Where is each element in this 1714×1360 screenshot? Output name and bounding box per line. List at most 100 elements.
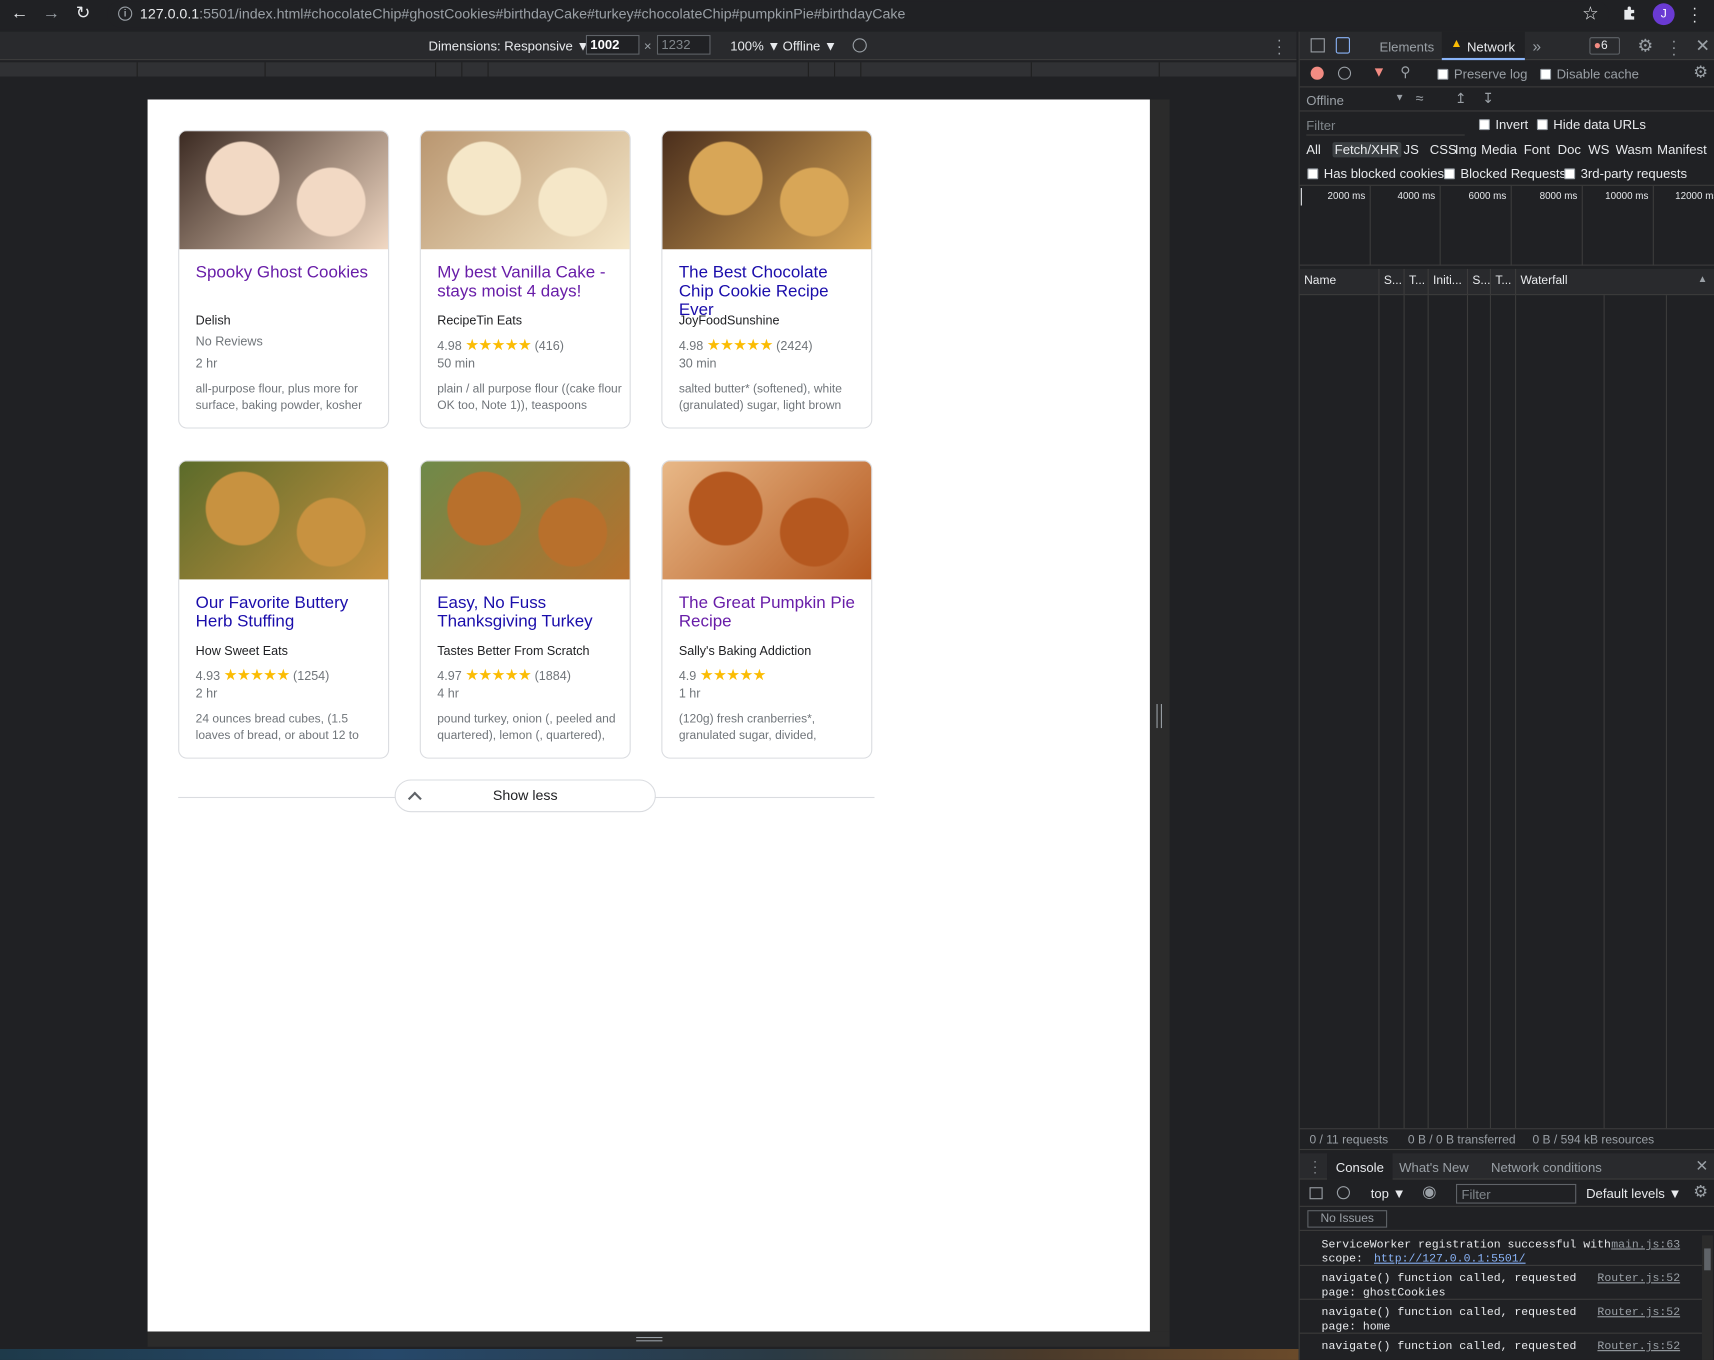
column-header[interactable]: T... bbox=[1491, 268, 1517, 295]
back-arrow-icon[interactable]: ← bbox=[9, 3, 31, 25]
recipe-image[interactable] bbox=[662, 131, 872, 250]
type-filter-img[interactable]: Img bbox=[1455, 142, 1477, 157]
network-settings-icon[interactable]: ⚙ bbox=[1693, 62, 1708, 82]
console-scrollbar[interactable] bbox=[1701, 1235, 1713, 1360]
column-header[interactable]: S... bbox=[1379, 268, 1405, 295]
viewport-resize-gutter[interactable] bbox=[1149, 99, 1170, 1332]
settings-gear-icon[interactable]: ⚙ bbox=[1637, 35, 1653, 57]
recipe-title[interactable]: Spooky Ghost Cookies bbox=[196, 263, 382, 282]
third-party-checkbox[interactable]: 3rd-party requests bbox=[1564, 166, 1687, 181]
network-overview-timeline[interactable]: 2000 ms 4000 ms 6000 ms 8000 ms 10000 ms 1200… bbox=[1299, 185, 1714, 266]
recipe-card[interactable]: The Best Chocolate Chip Cookie Recipe Ev… bbox=[661, 130, 873, 429]
column-header[interactable]: Name bbox=[1300, 268, 1380, 295]
menu-kebab-icon[interactable]: · · · bbox=[1692, 0, 1697, 28]
type-filter-manifest[interactable]: Manifest bbox=[1657, 142, 1707, 157]
recipe-card[interactable]: My best Vanilla Cake - stays moist 4 day… bbox=[419, 130, 631, 429]
column-header[interactable]: Waterfall bbox=[1516, 269, 1714, 294]
type-filter-all[interactable]: All bbox=[1306, 142, 1321, 157]
recipe-image[interactable] bbox=[179, 461, 389, 580]
hide-data-urls-checkbox[interactable]: Hide data URLs bbox=[1536, 117, 1646, 132]
preserve-log-checkbox[interactable]: Preserve log bbox=[1437, 67, 1527, 82]
type-filter-fetchxhr[interactable]: Fetch/XHR bbox=[1332, 142, 1402, 158]
tab-console[interactable]: Console bbox=[1327, 1153, 1393, 1180]
type-filter-doc[interactable]: Doc bbox=[1558, 142, 1581, 157]
throttle-select[interactable]: Offline ▼ bbox=[783, 38, 837, 53]
more-tabs-icon[interactable]: » bbox=[1533, 37, 1542, 54]
height-input[interactable]: 1232 bbox=[656, 34, 711, 55]
bottom-resize-handle-icon[interactable] bbox=[636, 1336, 663, 1342]
context-selector[interactable]: top ▼ bbox=[1371, 1186, 1406, 1201]
console-filter-input[interactable]: Filter bbox=[1456, 1183, 1577, 1204]
disable-cache-checkbox[interactable]: Disable cache bbox=[1540, 67, 1639, 82]
clear-console-icon[interactable] bbox=[1336, 1186, 1350, 1200]
rotate-icon[interactable] bbox=[852, 38, 867, 53]
recipe-image[interactable] bbox=[420, 461, 630, 580]
type-filter-wasm[interactable]: Wasm bbox=[1616, 142, 1653, 157]
recipe-card[interactable]: Spooky Ghost Cookies Delish No Reviews 2 h… bbox=[178, 130, 390, 429]
width-input[interactable]: 1002 bbox=[585, 34, 640, 55]
recipe-card[interactable]: The Great Pumpkin Pie Recipe Sally's Baki… bbox=[661, 460, 873, 759]
column-header[interactable]: S... bbox=[1468, 268, 1491, 295]
console-url-link[interactable]: http://127.0.0.1:5501/ bbox=[1374, 1253, 1714, 1267]
search-icon[interactable]: ⚲ bbox=[1400, 63, 1410, 80]
type-filter-js[interactable]: JS bbox=[1404, 142, 1419, 157]
show-less-button[interactable]: Show less bbox=[394, 779, 656, 813]
console-source-link[interactable]: Router.js:52 bbox=[1593, 1340, 1680, 1354]
extensions-puzzle-icon[interactable] bbox=[1622, 5, 1637, 20]
close-devtools-icon[interactable]: ✕ bbox=[1695, 35, 1710, 57]
log-levels-select[interactable]: Default levels ▼ bbox=[1586, 1186, 1681, 1201]
clear-icon[interactable] bbox=[1337, 66, 1352, 80]
device-toggle-icon[interactable] bbox=[1335, 37, 1350, 54]
forward-arrow-icon[interactable]: → bbox=[40, 3, 62, 25]
recipe-title[interactable]: My best Vanilla Cake - stays moist 4 day… bbox=[437, 263, 623, 300]
reload-icon[interactable]: ↻ bbox=[72, 3, 94, 25]
tab-network[interactable]: ▲ Network bbox=[1441, 31, 1525, 61]
type-filter-font[interactable]: Font bbox=[1524, 142, 1550, 157]
console-source-link[interactable]: Router.js:52 bbox=[1593, 1306, 1680, 1320]
has-blocked-cookies-checkbox[interactable]: Has blocked cookies bbox=[1307, 166, 1444, 181]
sort-arrow-icon[interactable]: ▲ bbox=[1698, 273, 1708, 284]
wifi-settings-icon[interactable]: ≈ bbox=[1416, 90, 1424, 106]
type-filter-css[interactable]: CSS bbox=[1430, 142, 1457, 157]
tab-elements[interactable]: Elements bbox=[1379, 39, 1434, 54]
close-drawer-icon[interactable]: ✕ bbox=[1695, 1157, 1708, 1176]
tab-network-conditions[interactable]: Network conditions bbox=[1491, 1160, 1602, 1175]
resize-handle-icon[interactable] bbox=[1156, 704, 1162, 729]
viewport-bottom-gutter[interactable] bbox=[147, 1331, 1170, 1347]
filter-input[interactable]: Filter bbox=[1306, 118, 1465, 136]
drawer-kebab-icon[interactable]: · · · bbox=[1313, 1154, 1317, 1178]
export-har-icon[interactable]: ↧ bbox=[1482, 90, 1494, 107]
tab-whats-new[interactable]: What's New bbox=[1399, 1160, 1469, 1175]
filter-funnel-icon[interactable]: ▼ bbox=[1372, 63, 1386, 79]
recipe-card[interactable]: Our Favorite Buttery Herb Stuffing How Sw… bbox=[178, 460, 390, 759]
devtools-kebab-icon[interactable]: · · · bbox=[1671, 33, 1676, 61]
recipe-title[interactable]: The Best Chocolate Chip Cookie Recipe Ev… bbox=[679, 263, 865, 319]
type-filter-ws[interactable]: WS bbox=[1588, 142, 1609, 157]
sidebar-toggle-icon[interactable] bbox=[1309, 1187, 1323, 1200]
live-expression-eye-icon[interactable]: ◉ bbox=[1422, 1182, 1436, 1202]
recipe-title[interactable]: The Great Pumpkin Pie Recipe bbox=[679, 594, 865, 631]
recipe-image[interactable] bbox=[662, 461, 872, 580]
console-settings-icon[interactable]: ⚙ bbox=[1693, 1182, 1708, 1202]
invert-checkbox[interactable]: Invert bbox=[1478, 117, 1528, 132]
recipe-image[interactable] bbox=[179, 131, 389, 250]
media-query-ruler[interactable] bbox=[0, 62, 1297, 77]
recipe-image[interactable] bbox=[420, 131, 630, 250]
console-source-link[interactable]: main.js:63 bbox=[1593, 1239, 1680, 1253]
import-har-icon[interactable]: ↥ bbox=[1455, 90, 1467, 107]
zoom-select[interactable]: 100% ▼ bbox=[730, 38, 780, 53]
recipe-title[interactable]: Our Favorite Buttery Herb Stuffing bbox=[196, 594, 382, 631]
inspect-element-icon[interactable] bbox=[1310, 38, 1325, 53]
dimensions-select[interactable]: Dimensions: Responsive ▼ bbox=[428, 38, 589, 53]
column-header[interactable]: T... bbox=[1405, 268, 1429, 295]
bookmark-star-icon[interactable]: ☆ bbox=[1580, 3, 1602, 25]
record-icon[interactable] bbox=[1310, 66, 1324, 80]
avatar[interactable]: J bbox=[1652, 3, 1675, 26]
console-source-link[interactable]: Router.js:52 bbox=[1593, 1272, 1680, 1286]
blocked-requests-checkbox[interactable]: Blocked Requests bbox=[1443, 166, 1566, 181]
device-more-kebab-icon[interactable]: · · · bbox=[1277, 32, 1282, 60]
no-issues-button[interactable]: No Issues bbox=[1307, 1210, 1388, 1228]
address-bar[interactable]: 127.0.0.1:5501/index.html#chocolateChip#… bbox=[107, 1, 1610, 28]
site-info-icon[interactable]: i bbox=[118, 6, 133, 21]
error-badge[interactable]: ●6 bbox=[1589, 37, 1620, 55]
